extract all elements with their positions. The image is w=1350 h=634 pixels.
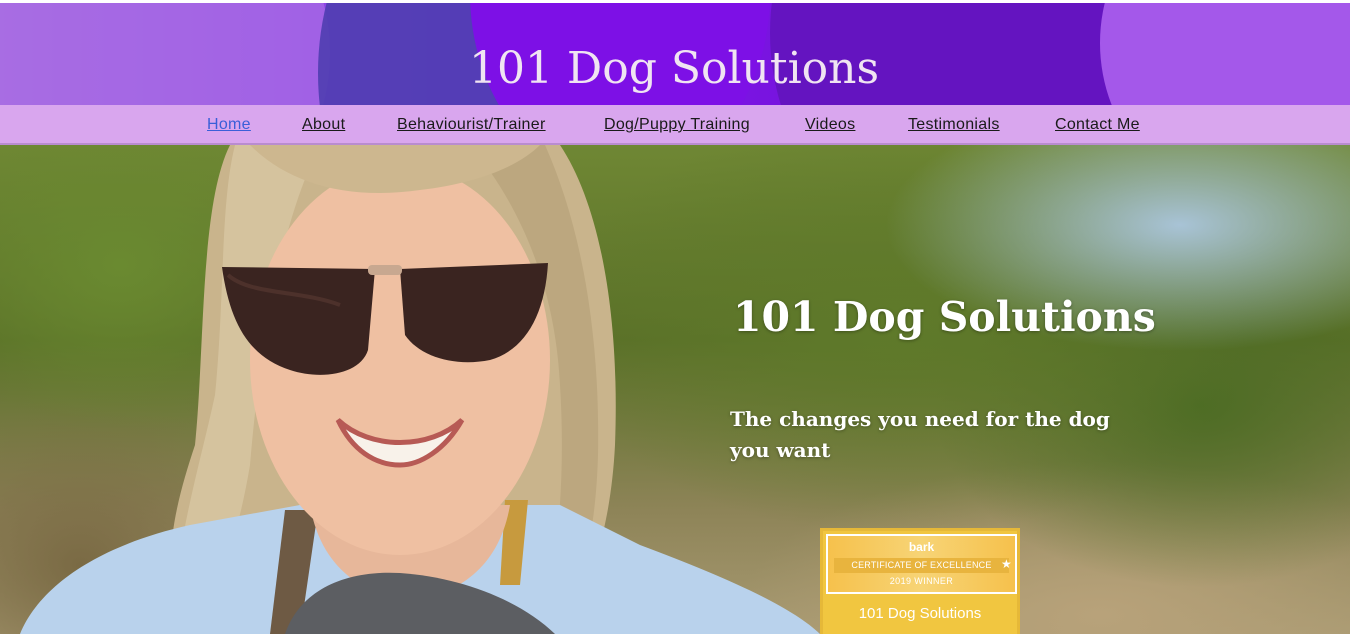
main-nav: Home About Behaviourist/Trainer Dog/Pupp… — [0, 105, 1350, 145]
badge-business-name: 101 Dog Solutions — [858, 605, 982, 622]
nav-item-dog-puppy-training[interactable]: Dog/Puppy Training — [604, 116, 750, 134]
hero-photo-person — [20, 145, 820, 634]
bark-logo: bark — [908, 540, 935, 554]
header-banner: 101 Dog Solutions — [0, 3, 1350, 105]
site-title[interactable]: 101 Dog Solutions — [0, 43, 1350, 94]
nav-item-contact-me[interactable]: Contact Me — [1055, 116, 1140, 134]
hero-tagline: The changes you need for the dog you wan… — [730, 407, 1110, 462]
certificate-label: CERTIFICATE OF EXCELLENCE — [834, 558, 1009, 573]
nav-item-behaviourist-trainer[interactable]: Behaviourist/Trainer — [397, 116, 546, 134]
nav-item-home[interactable]: Home — [207, 116, 251, 134]
certificate-of-excellence-banner: bark ★ CERTIFICATE OF EXCELLENCE ★ 2019 … — [826, 534, 1017, 594]
certificate-year: 2019 WINNER — [889, 576, 954, 586]
hero-title: 101 Dog Solutions — [733, 293, 1156, 341]
nav-item-about[interactable]: About — [302, 116, 345, 134]
bark-award-badge[interactable]: bark ★ CERTIFICATE OF EXCELLENCE ★ 2019 … — [820, 528, 1020, 634]
site-title-text[interactable]: 101 Dog Solutions — [469, 43, 879, 94]
star-icon: ★ — [1001, 557, 1012, 571]
nav-item-testimonials[interactable]: Testimonials — [908, 116, 1000, 134]
hero-section: 101 Dog Solutions The changes you need f… — [0, 145, 1350, 634]
nav-item-videos[interactable]: Videos — [805, 116, 855, 134]
